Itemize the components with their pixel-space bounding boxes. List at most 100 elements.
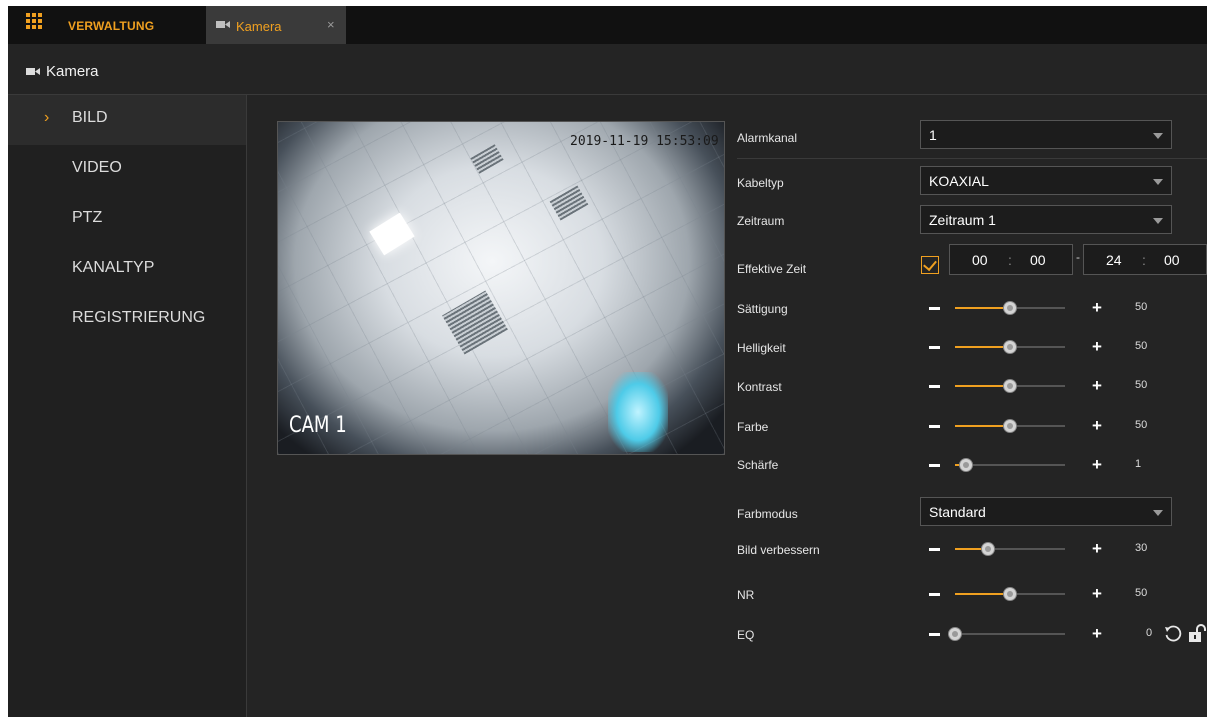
saettigung-slider[interactable]: + 50: [920, 296, 1180, 320]
slider-track[interactable]: [955, 633, 1065, 635]
nr-label: NR: [737, 588, 755, 602]
slider-knob[interactable]: [1003, 301, 1017, 315]
slider-fill: [955, 307, 1010, 309]
minus-icon[interactable]: [929, 548, 940, 551]
top-tab-bar: VERWALTUNG Kamera ×: [8, 6, 1207, 44]
chevron-down-icon: [1153, 510, 1163, 516]
slider-knob[interactable]: [981, 542, 995, 556]
chevron-down-icon: [1153, 133, 1163, 139]
slider-knob[interactable]: [1003, 379, 1017, 393]
eq-label: EQ: [737, 628, 755, 642]
close-icon[interactable]: ×: [327, 17, 335, 32]
start-minute[interactable]: 00: [1030, 252, 1046, 268]
plus-icon[interactable]: +: [1092, 456, 1102, 473]
slider-fill: [955, 593, 1010, 595]
alarmkanal-select[interactable]: 1: [920, 120, 1172, 149]
eq-slider[interactable]: + 0: [920, 622, 1180, 646]
alarmkanal-label: Alarmkanal: [737, 131, 798, 145]
minus-icon[interactable]: [929, 425, 940, 428]
minus-icon[interactable]: [929, 633, 940, 636]
reset-icon[interactable]: [1164, 625, 1182, 643]
slider-knob[interactable]: [948, 627, 962, 641]
preview-timestamp: 2019-11-19 15:53:09: [570, 134, 719, 149]
schaerfe-slider[interactable]: + 1: [920, 453, 1180, 477]
minus-icon[interactable]: [929, 385, 940, 388]
slider-value: 50: [1135, 587, 1148, 599]
helligkeit-label: Helligkeit: [737, 341, 786, 355]
time-colon: :: [1142, 252, 1146, 268]
preview-camera-label: CAM 1: [289, 413, 347, 438]
plus-icon[interactable]: +: [1092, 625, 1102, 642]
farbmodus-select[interactable]: Standard: [920, 497, 1172, 526]
brand-title[interactable]: VERWALTUNG: [68, 19, 154, 33]
slider-value: 50: [1135, 340, 1148, 352]
effektive-zeit-label: Effektive Zeit: [737, 262, 807, 276]
sidebar-item-ptz[interactable]: PTZ: [8, 195, 246, 245]
plus-icon[interactable]: +: [1092, 338, 1102, 355]
start-time-input[interactable]: 00 : 00: [949, 244, 1073, 275]
kabeltyp-select[interactable]: KOAXIAL: [920, 166, 1172, 195]
select-value: Standard: [929, 504, 986, 520]
chevron-down-icon: [1153, 179, 1163, 185]
slider-value: 50: [1135, 419, 1148, 431]
slider-knob[interactable]: [1003, 587, 1017, 601]
plus-icon[interactable]: +: [1092, 299, 1102, 316]
start-hour[interactable]: 00: [972, 252, 988, 268]
video-camera-icon: [26, 68, 40, 75]
farbe-slider[interactable]: + 50: [920, 414, 1180, 438]
slider-fill: [955, 385, 1010, 387]
slider-value: 30: [1135, 542, 1148, 554]
divider: [737, 158, 1207, 159]
slider-knob[interactable]: [1003, 419, 1017, 433]
sidebar-item-video[interactable]: VIDEO: [8, 145, 246, 195]
slider-value: 1: [1135, 458, 1142, 470]
select-value: 1: [929, 127, 937, 143]
kontrast-slider[interactable]: + 50: [920, 374, 1180, 398]
video-camera-icon: [216, 21, 230, 28]
bild-verbessern-slider[interactable]: + 30: [920, 537, 1180, 561]
kabeltyp-label: Kabeltyp: [737, 176, 784, 190]
plus-icon[interactable]: +: [1092, 540, 1102, 557]
plus-icon[interactable]: +: [1092, 417, 1102, 434]
tab-kamera[interactable]: Kamera ×: [206, 6, 346, 44]
sidebar-item-registrierung[interactable]: REGISTRIERUNG: [8, 295, 246, 345]
preview-light-reflection: [608, 372, 668, 452]
chevron-down-icon: [1153, 218, 1163, 224]
unlock-icon[interactable]: [1188, 624, 1207, 644]
sidebar-item-label: PTZ: [72, 209, 103, 226]
saettigung-label: Sättigung: [737, 302, 788, 316]
slider-knob[interactable]: [1003, 340, 1017, 354]
nr-slider[interactable]: + 50: [920, 582, 1180, 606]
sidebar-item-label: KANALTYP: [72, 259, 155, 276]
end-time-input[interactable]: 24 : 00: [1083, 244, 1207, 275]
schaerfe-label: Schärfe: [737, 458, 779, 472]
zeitraum-select[interactable]: Zeitraum 1: [920, 205, 1172, 234]
camera-preview: 2019-11-19 15:53:09 CAM 1: [277, 121, 725, 455]
effektive-zeit-checkbox[interactable]: [921, 256, 939, 274]
end-hour[interactable]: 24: [1106, 252, 1122, 268]
helligkeit-slider[interactable]: + 50: [920, 335, 1180, 359]
zeitraum-label: Zeitraum: [737, 214, 785, 228]
grid-icon[interactable]: [26, 13, 42, 29]
bild-verbessern-label: Bild verbessern: [737, 543, 820, 557]
time-colon: :: [1008, 252, 1012, 268]
slider-value: 0: [1146, 627, 1153, 639]
select-value: KOAXIAL: [929, 173, 989, 189]
sidebar-item-label: REGISTRIERUNG: [72, 309, 206, 326]
page-header: Kamera: [8, 44, 1207, 95]
plus-icon[interactable]: +: [1092, 585, 1102, 602]
time-range-dash: -: [1076, 250, 1080, 264]
sidebar-item-bild[interactable]: › BILD: [8, 95, 246, 145]
end-minute[interactable]: 00: [1164, 252, 1180, 268]
kontrast-label: Kontrast: [737, 380, 782, 394]
minus-icon[interactable]: [929, 593, 940, 596]
chevron-right-icon: ›: [44, 109, 50, 126]
slider-knob[interactable]: [959, 458, 973, 472]
sidebar-item-kanaltyp[interactable]: KANALTYP: [8, 245, 246, 295]
slider-fill: [955, 346, 1010, 348]
minus-icon[interactable]: [929, 307, 940, 310]
minus-icon[interactable]: [929, 346, 940, 349]
plus-icon[interactable]: +: [1092, 377, 1102, 394]
minus-icon[interactable]: [929, 464, 940, 467]
sidebar: › BILD VIDEO PTZ KANALTYP REGISTRIERUNG: [8, 95, 247, 717]
